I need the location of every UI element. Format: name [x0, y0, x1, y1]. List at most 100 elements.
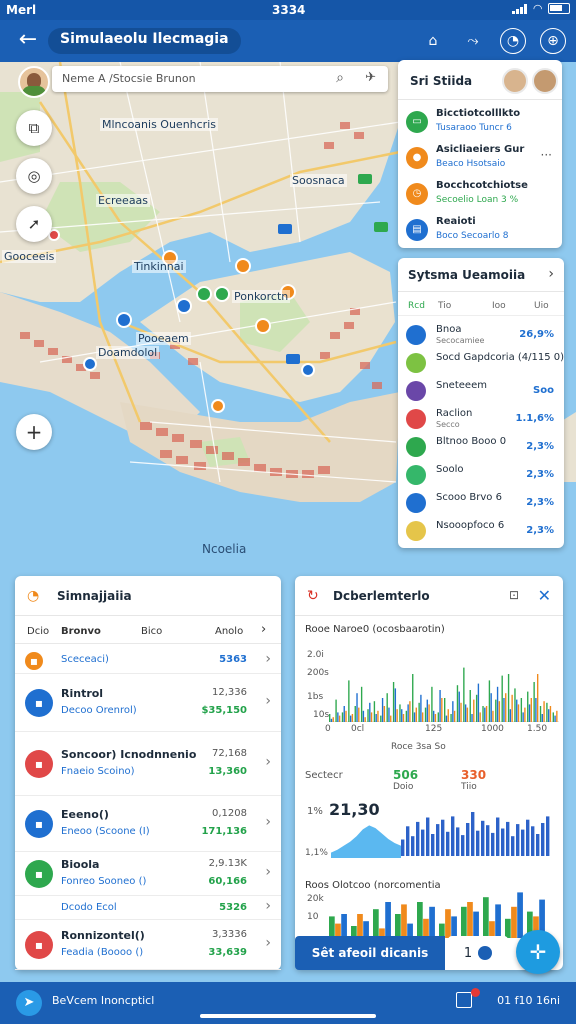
close-icon[interactable]: ✕	[538, 586, 551, 605]
send-icon[interactable]: ➤	[16, 990, 42, 1016]
chevron-right-icon[interactable]: ›	[265, 754, 271, 770]
list-item[interactable]: ▪ Eeeno() Eneoo (Scoone (I) 0,1208 171,136 ›	[15, 796, 281, 852]
list-item[interactable]: ▪ Soncoor) Icnodnnenio Fnaeio Scoino) 72,16…	[15, 732, 281, 796]
map-icon: ▭	[406, 111, 428, 133]
map-label: Gooceeis	[2, 250, 57, 263]
status-dot-icon	[406, 353, 426, 373]
chart-bar	[377, 710, 379, 722]
bar-chart	[329, 667, 559, 722]
stat-label: Sectecr	[305, 770, 343, 781]
status-dot-icon	[406, 493, 426, 513]
row-sub: Decoo Orenrol)	[61, 705, 137, 716]
battery-icon	[548, 3, 570, 14]
export-icon[interactable]: ⊡	[509, 588, 519, 602]
table-row[interactable]: Nsooopfoco 6 2,3%	[398, 518, 564, 544]
chevron-right-icon[interactable]: ›	[265, 935, 271, 951]
home-icon[interactable]: ⌂	[420, 28, 446, 54]
inbox-icon[interactable]	[456, 992, 472, 1008]
table-row[interactable]: Socd Gapdcoria (4/115 0)	[398, 350, 564, 376]
list-item[interactable]: ▪ Bioola Fonreo Sooneo () 2,9.13K 60,166 ›	[15, 852, 281, 896]
more-icon[interactable]: ···	[541, 148, 552, 162]
route-icon[interactable]: ⤳	[460, 28, 486, 54]
chart-bar	[514, 688, 516, 722]
chart-bar	[485, 706, 488, 722]
location-button[interactable]: ◎	[16, 158, 52, 194]
notification-badge	[471, 988, 480, 997]
zoom-in-button[interactable]: +	[16, 414, 52, 450]
places-panel-title: Sri Stiida	[410, 74, 473, 88]
row-name: Soolo	[436, 464, 464, 475]
avatar[interactable]	[502, 68, 528, 94]
chart-bar	[521, 829, 525, 856]
chevron-right-icon[interactable]: ›	[261, 622, 266, 637]
list-item[interactable]: Dcodo Ecol 5326 ›	[15, 896, 281, 920]
analytics-panel-header: ↻ Dcberlemterlo ⊡ ✕	[295, 576, 563, 616]
chart-bar	[526, 819, 530, 856]
list-item[interactable]: ▪ Rintrol Decoo Orenrol) 12,336 $35,150 ›	[15, 674, 281, 732]
chevron-right-icon[interactable]: ›	[265, 864, 271, 880]
search-input[interactable]: Neme A /Stocsie Brunon ⌕ ✈	[52, 66, 388, 92]
row-value: 3,3336	[212, 929, 247, 940]
chart-bar	[522, 712, 524, 722]
list-item[interactable]: ● Asicliaeiers Gur Beaco Hsotsaio ···	[398, 140, 562, 176]
layers-button[interactable]: ⧉	[16, 110, 52, 146]
list-item-label: Bicctiotcolllkto	[436, 108, 521, 119]
row-sub: Secco	[436, 420, 460, 429]
chart-bar	[385, 902, 391, 938]
primary-action-button[interactable]: Sêt afeoil dicanis	[295, 936, 445, 970]
y-tick-label: 2.0i	[307, 650, 324, 660]
list-item-sub: Secoelio Loan 3 %	[436, 195, 519, 205]
chart-bar	[546, 816, 550, 856]
navigate-button[interactable]: ➚	[16, 206, 52, 242]
analytics-panel-title: Dcberlemterlo	[333, 589, 430, 603]
chart-bar	[543, 701, 545, 722]
chart-bar	[441, 819, 445, 856]
person-icon: ●	[406, 147, 428, 169]
back-arrow-icon[interactable]: ←	[14, 28, 42, 52]
table-header: Dcio Bronvo Bico Anolo ›	[15, 620, 281, 644]
list-item[interactable]: ▭ Bicctiotcolllkto Tusaraoo Tuncr 6	[398, 104, 562, 140]
wifi-icon: ◠	[533, 2, 542, 15]
chart-bar	[473, 911, 479, 938]
compass-icon[interactable]: ◔	[500, 28, 526, 54]
stat-sub: Doio	[393, 782, 414, 792]
list-item[interactable]: ◷ Bocchcotchiotse Secoelio Loan 3 %	[398, 176, 562, 212]
chart-bar	[388, 707, 390, 722]
list-item[interactable]: ▪ Sceceaci) 5363 ›	[15, 648, 281, 674]
chart-bar	[354, 706, 356, 722]
systems-panel-header[interactable]: Sytsma Ueamoiia ›	[398, 258, 564, 292]
chevron-right-icon[interactable]: ›	[265, 898, 271, 914]
avatar[interactable]	[532, 68, 558, 94]
add-button[interactable]: ✛	[516, 930, 560, 974]
chart-bar	[399, 704, 401, 722]
y-tick-label: 200s	[307, 668, 329, 678]
chart-bar	[406, 826, 410, 856]
chart-bar	[451, 816, 455, 856]
table-row[interactable]: Scooo Brvo 6 2,3%	[398, 490, 564, 516]
chevron-right-icon[interactable]: ›	[548, 266, 554, 282]
avatar[interactable]	[18, 66, 50, 98]
directions-icon[interactable]: ✈	[365, 70, 376, 85]
table-row[interactable]: Soolo 2,3%	[398, 462, 564, 488]
list-item[interactable]: ▤ Reaioti Boco Secoarlo 8	[398, 212, 562, 248]
chart-bar	[456, 827, 460, 856]
table-row[interactable]: Bltnoo Booo 0 2,3%	[398, 434, 564, 460]
chart-bar	[373, 701, 376, 722]
area-series	[331, 825, 401, 858]
chart-bar	[383, 706, 386, 722]
chevron-right-icon[interactable]: ›	[265, 651, 271, 667]
chart-bar	[386, 693, 388, 722]
chevron-right-icon[interactable]: ›	[265, 693, 271, 709]
count-chip[interactable]: 1	[448, 936, 508, 970]
chart-bar	[335, 699, 337, 722]
search-icon[interactable]: ⌕	[336, 70, 344, 86]
list-item[interactable]: ▪ Ronnizontel() Feadia (Boooo () 3,3336 33,6…	[15, 920, 281, 970]
table-row[interactable]: Sneteeem Soo	[398, 378, 564, 404]
globe-icon[interactable]: ⊕	[540, 28, 566, 54]
bottom-bar-label[interactable]: BeVcem Inoncpticl	[52, 994, 154, 1007]
chart-bar	[535, 698, 537, 722]
chart-bar	[426, 817, 430, 856]
table-row[interactable]: Raclion Secco 1.1,6%	[398, 406, 564, 432]
table-row[interactable]: Bnoa Secocamiee 26,9%	[398, 322, 564, 348]
chevron-right-icon[interactable]: ›	[265, 814, 271, 830]
